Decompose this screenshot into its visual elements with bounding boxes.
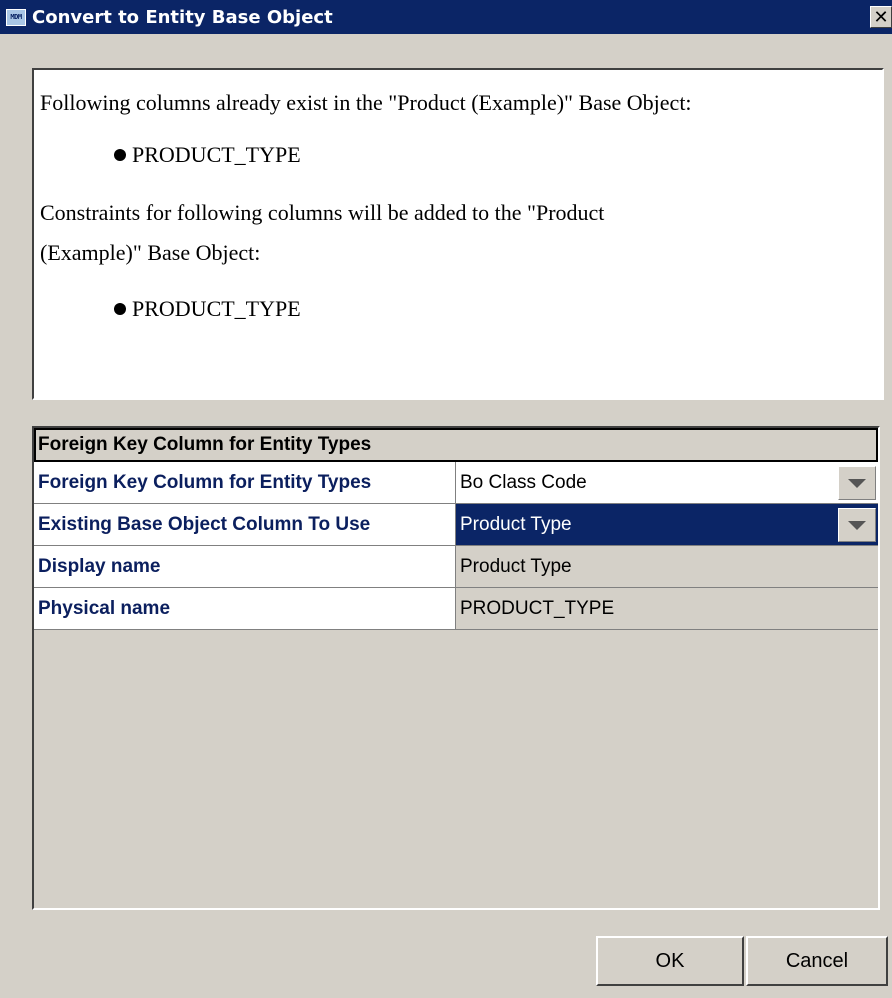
foreign-key-column-select[interactable]: Bo Class Code [456, 462, 878, 503]
properties-grid: Foreign Key Column for Entity Types Fore… [32, 426, 880, 910]
list-item: PRODUCT_TYPE [114, 142, 301, 168]
row-label: Physical name [34, 588, 456, 629]
message-panel: Following columns already exist in the "… [32, 68, 884, 400]
table-row: Physical name PRODUCT_TYPE [34, 588, 878, 630]
chevron-down-icon [848, 478, 866, 488]
grid-header: Foreign Key Column for Entity Types [34, 428, 878, 462]
select-value: Product Type [460, 513, 572, 535]
table-row: Foreign Key Column for Entity Types Bo C… [34, 462, 878, 504]
display-name-value: Product Type [456, 546, 878, 587]
bullet-icon [114, 303, 126, 315]
row-label: Existing Base Object Column To Use [34, 504, 456, 545]
existing-column-select[interactable]: Product Type [456, 504, 878, 545]
app-icon: MDM [6, 8, 26, 26]
select-value: Bo Class Code [460, 471, 587, 493]
column-name: PRODUCT_TYPE [132, 296, 301, 321]
window-title: Convert to Entity Base Object [32, 6, 333, 28]
title-bar: MDM Convert to Entity Base Object ✕ [0, 0, 892, 34]
physical-name-value: PRODUCT_TYPE [456, 588, 878, 629]
cancel-button[interactable]: Cancel [746, 936, 888, 986]
message-line-constraints-2: (Example)" Base Object: [40, 240, 261, 265]
table-row: Existing Base Object Column To Use Produ… [34, 504, 878, 546]
table-row: Display name Product Type [34, 546, 878, 588]
chevron-down-icon [848, 520, 866, 530]
close-button[interactable]: ✕ [870, 6, 892, 28]
bullet-icon [114, 149, 126, 161]
dropdown-button[interactable] [838, 466, 876, 500]
column-name: PRODUCT_TYPE [132, 142, 301, 167]
message-line-existing: Following columns already exist in the "… [40, 90, 692, 115]
list-item: PRODUCT_TYPE [114, 296, 301, 322]
close-icon: ✕ [873, 6, 889, 28]
row-label: Foreign Key Column for Entity Types [34, 462, 456, 503]
dropdown-button[interactable] [838, 508, 876, 542]
message-line-constraints-1: Constraints for following columns will b… [40, 200, 605, 225]
row-label: Display name [34, 546, 456, 587]
ok-button[interactable]: OK [596, 936, 744, 986]
